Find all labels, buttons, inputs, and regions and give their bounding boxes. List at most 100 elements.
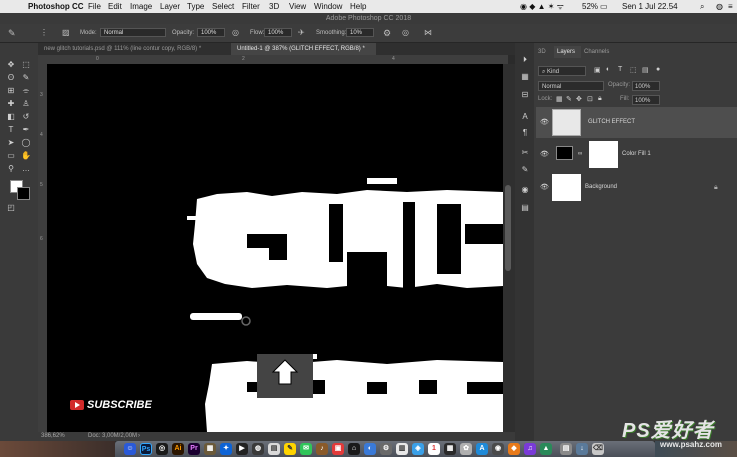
filter-smart-icon[interactable]: ▤ bbox=[642, 66, 649, 74]
app-icon[interactable]: ▲ bbox=[540, 443, 552, 455]
safari-icon[interactable]: ✦ bbox=[220, 443, 232, 455]
visibility-eye-icon[interactable]: 👁︎ bbox=[540, 139, 549, 170]
lock-artboard-icon[interactable]: ⊡ bbox=[587, 95, 593, 103]
app-icon[interactable]: ▦ bbox=[444, 443, 456, 455]
brushes-panel-icon[interactable]: ✎ bbox=[520, 165, 530, 175]
filter-type-icon[interactable]: T bbox=[618, 66, 622, 73]
pen-tool-icon[interactable]: ✒ bbox=[21, 125, 31, 135]
notes-icon[interactable]: ✎ bbox=[284, 443, 296, 455]
finder-icon[interactable]: ☺ bbox=[124, 443, 136, 455]
status-arrow-icon[interactable]: › bbox=[138, 432, 140, 441]
downloads-icon[interactable]: ↓ bbox=[576, 443, 588, 455]
timeline-panel-icon[interactable]: ▤ bbox=[520, 203, 530, 213]
lock-paint-icon[interactable]: ✎ bbox=[566, 95, 572, 103]
filter-toggle-icon[interactable]: ● bbox=[656, 66, 660, 73]
tab-channels[interactable]: Channels bbox=[584, 46, 614, 58]
trash-icon[interactable]: ⌫ bbox=[592, 443, 604, 455]
lock-pixels-icon[interactable]: ▦ bbox=[556, 95, 563, 103]
menu-app-name[interactable]: Photoshop CC bbox=[28, 0, 84, 13]
app-icon[interactable]: ▥ bbox=[396, 443, 408, 455]
lock-move-icon[interactable]: ✥ bbox=[576, 95, 582, 103]
menu-file[interactable]: File bbox=[88, 0, 101, 13]
tab-glitch-tutorials[interactable]: new glitch tutorials.psd @ 111% (line co… bbox=[38, 43, 228, 55]
blend-mode-select[interactable]: Normal bbox=[538, 81, 604, 91]
layer-row-glitch-effect[interactable]: 👁︎ GLITCH EFFECT bbox=[536, 107, 737, 138]
3d-panel-icon[interactable]: ◉ bbox=[520, 185, 530, 195]
scrollbar-thumb[interactable] bbox=[505, 185, 511, 271]
quick-mask-icon[interactable]: ◰ bbox=[6, 203, 16, 213]
opacity-input[interactable]: 100% bbox=[197, 28, 225, 37]
photoshop-icon[interactable]: Ps bbox=[140, 443, 152, 455]
settings-gear-icon[interactable]: ⚙ bbox=[383, 24, 391, 42]
brush-preset-icon[interactable]: ⋮ bbox=[40, 24, 48, 42]
brush-panel-icon[interactable]: ▨ bbox=[62, 24, 70, 42]
pressure-opacity-icon[interactable]: ◎ bbox=[232, 24, 239, 42]
brush-tool-icon[interactable]: ✎ bbox=[8, 24, 16, 42]
folder-icon[interactable]: ▤ bbox=[560, 443, 572, 455]
smoothing-input[interactable]: 10% bbox=[346, 28, 374, 37]
lock-all-icon[interactable]: 🔒︎ bbox=[598, 95, 602, 103]
document-canvas[interactable]: SUBSCRIBE bbox=[47, 64, 503, 432]
menu-3d[interactable]: 3D bbox=[269, 0, 279, 13]
premiere-icon[interactable]: Pr bbox=[188, 443, 200, 455]
app-icon[interactable]: ◐ bbox=[364, 443, 376, 455]
layer-opacity-input[interactable]: 100% bbox=[632, 81, 660, 91]
terminal-icon[interactable]: ▶ bbox=[236, 443, 248, 455]
layer-row-color-fill[interactable]: 👁︎ ∞ Color Fill 1 bbox=[536, 139, 737, 170]
menu-layer[interactable]: Layer bbox=[160, 0, 180, 13]
more-tools-icon[interactable]: … bbox=[21, 164, 31, 174]
ellipse-tool-icon[interactable]: ◯ bbox=[21, 138, 31, 148]
tab-3d[interactable]: 3D bbox=[538, 46, 552, 58]
properties-panel-icon[interactable]: ▦ bbox=[520, 72, 530, 82]
adjustments-panel-icon[interactable]: ⊟ bbox=[520, 90, 530, 100]
app-icon[interactable]: ▦ bbox=[204, 443, 216, 455]
app-icon[interactable]: ◈ bbox=[412, 443, 424, 455]
ruler-vertical[interactable] bbox=[38, 64, 47, 432]
path-select-icon[interactable]: ➤ bbox=[6, 138, 16, 148]
symmetry-icon[interactable]: ⋈ bbox=[424, 24, 432, 42]
history-panel-icon[interactable]: ⏵ bbox=[520, 55, 530, 65]
menu-type[interactable]: Type bbox=[187, 0, 204, 13]
app-icon[interactable]: ♪ bbox=[316, 443, 328, 455]
calendar-icon[interactable]: 1 bbox=[428, 443, 440, 455]
launcher-icon[interactable]: ◎ bbox=[156, 443, 168, 455]
filter-pixel-icon[interactable]: ▣ bbox=[594, 66, 601, 74]
type-tool-icon[interactable]: T bbox=[6, 125, 16, 135]
app-icon[interactable]: ⌂ bbox=[348, 443, 360, 455]
notification-icon[interactable]: ≡ bbox=[728, 0, 733, 13]
stamp-tool-icon[interactable]: ♙ bbox=[21, 99, 31, 109]
flow-input[interactable]: 100% bbox=[264, 28, 292, 37]
app-icon[interactable]: ▣ bbox=[332, 443, 344, 455]
layer-fill-input[interactable]: 100% bbox=[632, 95, 660, 105]
menu-select[interactable]: Select bbox=[212, 0, 234, 13]
app-icon[interactable]: ◆ bbox=[508, 443, 520, 455]
app-icon[interactable]: ⚙ bbox=[380, 443, 392, 455]
airbrush-icon[interactable]: ✈ bbox=[298, 24, 305, 42]
healing-tool-icon[interactable]: ✚ bbox=[6, 99, 16, 109]
visibility-eye-icon[interactable]: 👁︎ bbox=[540, 107, 549, 138]
layer-filter-kind[interactable]: ⌕ Kind bbox=[538, 66, 586, 76]
tools-panel-icon[interactable]: ✂ bbox=[520, 148, 530, 158]
app-icon[interactable]: ✿ bbox=[460, 443, 472, 455]
menu-filter[interactable]: Filter bbox=[242, 0, 260, 13]
crop-tool-icon[interactable]: ⊞ bbox=[6, 86, 16, 96]
filter-adjust-icon[interactable]: ◐ bbox=[606, 66, 610, 73]
spotlight-icon[interactable]: ⌕ bbox=[700, 0, 704, 13]
siri-icon[interactable]: ◍ bbox=[716, 0, 723, 13]
illustrator-icon[interactable]: Ai bbox=[172, 443, 184, 455]
gradient-tool-icon[interactable]: ▭ bbox=[6, 151, 16, 161]
quick-select-icon[interactable]: ✎ bbox=[21, 73, 31, 83]
eyedropper-icon[interactable]: ⌯ bbox=[21, 86, 31, 96]
app-icon[interactable]: ◍ bbox=[252, 443, 264, 455]
background-color-swatch[interactable] bbox=[17, 187, 30, 200]
tab-untitled-1[interactable]: Untitled-1 @ 387% (GLITCH EFFECT, RGB/8)… bbox=[231, 43, 376, 55]
app-store-icon[interactable]: A bbox=[476, 443, 488, 455]
menu-image[interactable]: Image bbox=[130, 0, 152, 13]
zoom-readout[interactable]: 386,62% bbox=[41, 432, 65, 441]
mode-select[interactable]: Normal bbox=[100, 28, 166, 37]
pressure-size-icon[interactable]: ◎ bbox=[402, 24, 409, 42]
layer-row-background[interactable]: 👁︎ Background 🔒︎ bbox=[536, 172, 737, 203]
character-panel-icon[interactable]: A bbox=[520, 112, 530, 122]
move-tool-icon[interactable]: ✥ bbox=[6, 60, 16, 70]
menu-datetime[interactable]: Sen 1 Jul 22.54 bbox=[622, 0, 678, 13]
